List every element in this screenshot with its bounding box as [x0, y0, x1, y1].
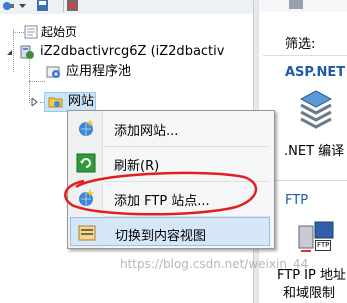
server-icon: [20, 45, 34, 59]
net-compilation-icon[interactable]: [299, 89, 333, 129]
ftp-ip-label-line2[interactable]: 和域限制: [283, 282, 335, 301]
save-icon[interactable]: [36, 0, 49, 12]
section-header-aspnet: ASP.NET: [285, 65, 346, 80]
tree-item-label: 起始页: [41, 25, 78, 39]
menu-item-label: 刷新(R): [114, 159, 160, 174]
application-pools-icon: [46, 66, 60, 78]
menu-item-label: 添加 FTP 站点...: [114, 194, 210, 209]
context-menu: 添加网站... 刷新(R) 添加 FTP 站点... 切换到内容视图: [67, 110, 275, 249]
add-ftp-site-icon: [79, 189, 94, 206]
ftp-badge: FTP: [315, 240, 332, 251]
tree-item-application-pools[interactable]: 应用程序池: [44, 62, 244, 82]
collapsed-arrow-icon[interactable]: [31, 98, 38, 106]
sites-folder-icon: [48, 97, 63, 108]
tree-item-sites[interactable]: 网站: [30, 92, 100, 112]
tree-item-label: 应用程序池: [66, 64, 132, 79]
tree-item-label: 网站: [68, 94, 95, 109]
filter-label: 筛选:: [285, 37, 316, 52]
menu-item-add-ftp-site[interactable]: 添加 FTP 站点...: [70, 183, 270, 213]
delete-icon[interactable]: [66, 0, 79, 12]
start-page-icon: [24, 25, 38, 39]
net-compilation-label[interactable]: .NET 编译: [284, 140, 344, 159]
menu-item-switch-to-content-view[interactable]: 切换到内容视图: [70, 217, 270, 246]
menu-item-add-website[interactable]: 添加网站...: [70, 113, 270, 143]
dropdown-arrow-icon[interactable]: [16, 0, 29, 12]
tree-item-label: iZ2dbactivrcg6Z (iZ2dbactiv: [40, 44, 225, 59]
menu-item-label: 添加网站...: [114, 124, 179, 139]
content-view-icon: [78, 225, 96, 241]
refresh-icon: [76, 153, 96, 173]
tree-item-server[interactable]: iZ2dbactivrcg6Z (iZ2dbactiv: [4, 42, 264, 62]
menu-item-refresh[interactable]: 刷新(R): [70, 148, 270, 178]
ftp-ip-restrictions-icon[interactable]: FTP: [295, 220, 339, 260]
expanded-arrow-icon[interactable]: [6, 49, 13, 56]
toolbar: [0, 0, 253, 15]
section-header-ftp: FTP: [285, 193, 309, 208]
connect-icon[interactable]: [2, 0, 15, 12]
menu-item-label: 切换到内容视图: [115, 229, 207, 244]
add-website-icon: [79, 119, 94, 136]
tree-item-start-page[interactable]: 起始页: [22, 22, 222, 42]
watermark: https://blog.csdn.net/weixin_44: [120, 257, 309, 271]
home-icon: [289, 0, 303, 9]
